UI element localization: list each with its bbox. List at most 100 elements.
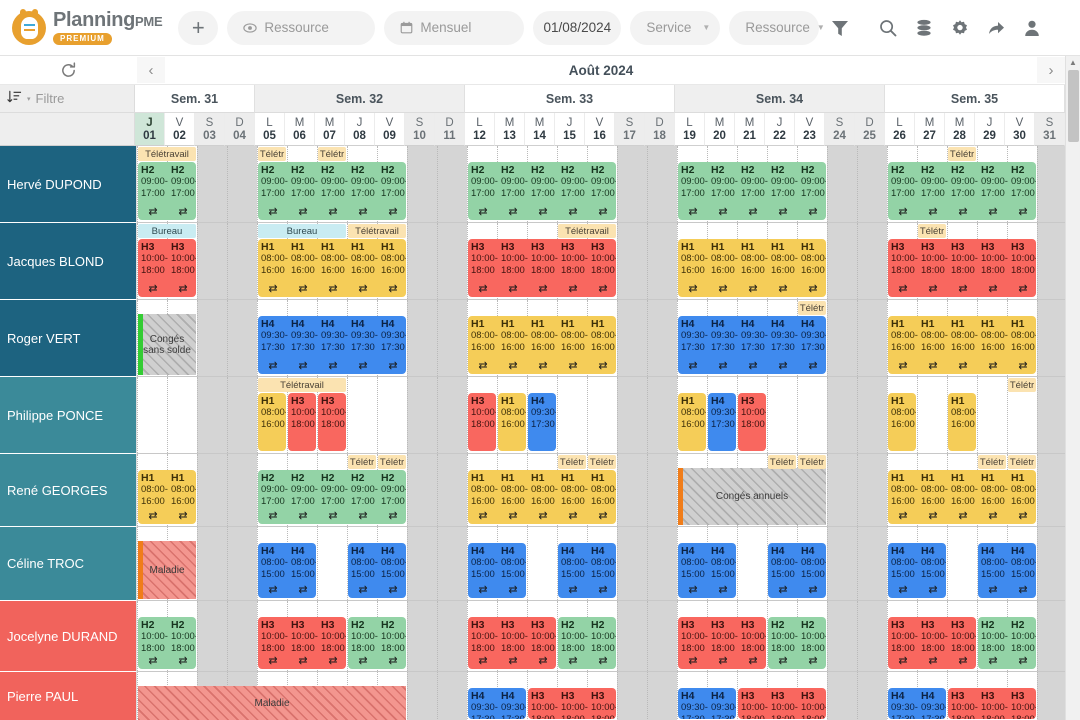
scroll-up-icon[interactable]: ▲: [1066, 56, 1080, 67]
event-day-slot[interactable]: H2 09:00- 17:00: [888, 164, 918, 199]
event-day-slot[interactable]: H310:00-18:00: [888, 241, 918, 276]
schedule-event[interactable]: H4 09:30- 17:30: [528, 393, 556, 451]
schedule-event[interactable]: ⇄ H4 08:00- 15:00 ⇄ H4 08:00- 15:00: [468, 543, 526, 598]
event-day-slot[interactable]: H310:00-18:00: [918, 619, 948, 654]
event-day-slot[interactable]: H2 10:00- 18:00: [348, 619, 378, 654]
event-day-slot[interactable]: H2 09:00- 17:00: [288, 164, 318, 199]
schedule-event[interactable]: ⇄ H1 08:00- 16:00 ⇄ H1 08:00- 16:00 ⇄ H1 08:00- 16:…: [678, 239, 826, 297]
event-day-slot[interactable]: H310:00-18:00: [948, 241, 978, 276]
event-day-slot[interactable]: H2 10:00- 18:00: [768, 619, 798, 654]
schedule-event[interactable]: H1 08:00- 16:00: [258, 393, 286, 451]
resource-dropdown[interactable]: Ressource ▼: [729, 10, 825, 45]
event-day-slot[interactable]: H409:30-17:30: [678, 318, 708, 353]
event-day-slot[interactable]: H4 08:00- 15:00: [378, 545, 406, 580]
table-row[interactable]: Télétravail Télétr H1 08:00- 16:00 H3 10:00- 18…: [137, 377, 1065, 454]
resource-row-label[interactable]: Pierre PAUL: [0, 672, 137, 720]
resource-row-label[interactable]: René GEORGES: [0, 454, 137, 527]
event-day-slot[interactable]: H2 09:00- 17:00: [348, 472, 378, 507]
event-day-slot[interactable]: H1 08:00- 16:00: [558, 318, 588, 353]
schedule-event[interactable]: H1 08:00- 16:00: [678, 393, 706, 451]
schedule-event[interactable]: ⇄ H2 10:00- 18:00 ⇄ H2 10:00- 18:00: [768, 617, 826, 669]
schedule-event[interactable]: ⇄ H3 10:00- 18:00 ⇄ H3 10:00- 18:00 ⇄ H3 10:00- 18:…: [678, 617, 766, 669]
schedule-event[interactable]: H310:00-18:00H310:00-18:00H310:00-18:00: [528, 688, 616, 719]
event-day-slot[interactable]: H409:30-17:30: [498, 690, 526, 719]
event-day-slot[interactable]: H409:30-17:30: [768, 318, 798, 353]
schedule-event[interactable]: ⇄ H2 09:00- 17:00 ⇄ H2 09:00- 17:00 ⇄ H2 09:00- 17:…: [258, 470, 406, 524]
table-row[interactable]: Maladie ⇄ H4 08:00- 15:00 ⇄ H4 08:00- 15:00 ⇄ H4 08…: [137, 527, 1065, 601]
day-column-background[interactable]: [587, 377, 617, 453]
schedule-event[interactable]: H1 08:00- 16:00: [498, 393, 526, 451]
event-day-slot[interactable]: H1 08:00- 16:00: [468, 318, 498, 353]
schedule-event[interactable]: H310:00-18:00H310:00-18:00H310:00-18:00: [948, 688, 1036, 719]
day-header-16[interactable]: V 16: [585, 113, 615, 146]
day-header-23[interactable]: V 23: [795, 113, 825, 146]
event-day-slot[interactable]: H310:00-18:00: [558, 690, 588, 719]
event-day-slot[interactable]: H310:00-18:00: [288, 395, 316, 430]
event-category-banner[interactable]: Télétr: [348, 455, 376, 469]
day-header-11[interactable]: D 11: [435, 113, 465, 146]
schedule-event[interactable]: ⇄ H2 10:00- 18:00 ⇄ H2 10:00- 18:00: [138, 617, 196, 669]
resource-row-label[interactable]: Philippe PONCE: [0, 377, 137, 454]
event-category-banner[interactable]: Télétravail: [138, 147, 196, 161]
day-header-13[interactable]: M 13: [495, 113, 525, 146]
schedule-event[interactable]: ⇄ H3 10:00- 18:00 ⇄ H3 10:00- 18:00 ⇄ H3 10:00- 18:…: [258, 617, 346, 669]
event-day-slot[interactable]: H2 09:00- 17:00: [678, 164, 708, 199]
event-day-slot[interactable]: H409:30-17:30: [708, 318, 738, 353]
event-day-slot[interactable]: H2 09:00- 17:00: [948, 164, 978, 199]
event-day-slot[interactable]: H310:00-18:00: [318, 395, 346, 430]
table-row[interactable]: Télétravail Télétr Télétr Télétr ⇄ H2 09:00- 17…: [137, 146, 1065, 223]
view-mode-selector[interactable]: Ressource: [227, 10, 376, 45]
event-day-slot[interactable]: H1 08:00- 16:00: [288, 241, 318, 276]
event-day-slot[interactable]: H2 09:00- 17:00: [348, 164, 378, 199]
event-day-slot[interactable]: H1 08:00- 16:00: [258, 241, 288, 276]
event-day-slot[interactable]: H310:00-18:00: [528, 619, 556, 654]
event-day-slot[interactable]: H2 09:00- 17:00: [978, 164, 1008, 199]
schedule-event[interactable]: ⇄ H1 08:00- 16:00 ⇄ H1 08:00- 16:00 ⇄ H1 08:00- 16:…: [888, 470, 1036, 524]
event-day-slot[interactable]: H1 08:00- 16:00: [768, 241, 798, 276]
day-header-04[interactable]: D 04: [225, 113, 255, 146]
schedule-event[interactable]: H310:00-18:00H310:00-18:00H310:00-18:00: [738, 688, 826, 719]
table-row[interactable]: Bureau Bureau Télétravail Télétravail Télétr…: [137, 223, 1065, 300]
event-day-slot[interactable]: H409:30-17:30: [528, 395, 556, 430]
day-header-05[interactable]: L 05: [255, 113, 285, 146]
event-category-banner[interactable]: Télétr: [798, 301, 826, 315]
event-day-slot[interactable]: H4 08:00- 15:00: [768, 545, 798, 580]
event-day-slot[interactable]: H409:30-17:30: [258, 318, 288, 353]
day-header-17[interactable]: S 17: [615, 113, 645, 146]
event-day-slot[interactable]: H409:30-17:30: [798, 318, 826, 353]
event-day-slot[interactable]: H2 09:00- 17:00: [378, 164, 406, 199]
event-day-slot[interactable]: H1 08:00- 16:00: [738, 241, 768, 276]
event-day-slot[interactable]: H2 09:00- 17:00: [558, 164, 588, 199]
event-day-slot[interactable]: H2 09:00- 17:00: [738, 164, 768, 199]
event-day-slot[interactable]: H409:30-17:30: [288, 318, 318, 353]
event-day-slot[interactable]: H409:30-17:30: [468, 690, 498, 719]
event-category-banner[interactable]: Télétr: [918, 224, 946, 238]
event-day-slot[interactable]: H1 08:00- 16:00: [498, 472, 528, 507]
event-day-slot[interactable]: H2 09:00- 17:00: [498, 164, 528, 199]
schedule-event[interactable]: ⇄ H2 10:00- 18:00 ⇄ H2 10:00- 18:00: [558, 617, 616, 669]
event-day-slot[interactable]: H310:00-18:00: [258, 619, 288, 654]
day-header-09[interactable]: V 09: [375, 113, 405, 146]
event-day-slot[interactable]: H409:30-17:30: [348, 318, 378, 353]
event-category-banner[interactable]: Télétr: [768, 455, 796, 469]
event-day-slot[interactable]: H409:30-17:30: [678, 690, 708, 719]
prev-month-button[interactable]: ‹: [137, 57, 165, 83]
event-day-slot[interactable]: H1 08:00- 16:00: [678, 395, 706, 430]
event-day-slot[interactable]: H2 09:00- 17:00: [588, 164, 616, 199]
event-day-slot[interactable]: H4 08:00- 15:00: [978, 545, 1008, 580]
event-day-slot[interactable]: H310:00-18:00: [318, 619, 346, 654]
event-day-slot[interactable]: H409:30-17:30: [708, 395, 736, 430]
event-day-slot[interactable]: H1 08:00- 16:00: [918, 318, 948, 353]
event-category-banner[interactable]: Télétr: [978, 455, 1006, 469]
day-column-background[interactable]: [557, 377, 587, 453]
event-day-slot[interactable]: H1 08:00- 16:00: [318, 241, 348, 276]
event-day-slot[interactable]: H310:00-18:00: [468, 395, 496, 430]
day-header-31[interactable]: S 31: [1035, 113, 1065, 146]
schedule-event[interactable]: H409:30-17:30H409:30-17:30: [468, 688, 526, 719]
share-button[interactable]: [980, 12, 1012, 44]
schedule-event[interactable]: ⇄ H4 08:00- 15:00 ⇄ H4 08:00- 15:00: [978, 543, 1036, 598]
day-column-background[interactable]: [347, 377, 377, 453]
day-column-background[interactable]: [797, 377, 827, 453]
event-day-slot[interactable]: H310:00-18:00: [918, 241, 948, 276]
event-day-slot[interactable]: H2 10:00- 18:00: [798, 619, 826, 654]
